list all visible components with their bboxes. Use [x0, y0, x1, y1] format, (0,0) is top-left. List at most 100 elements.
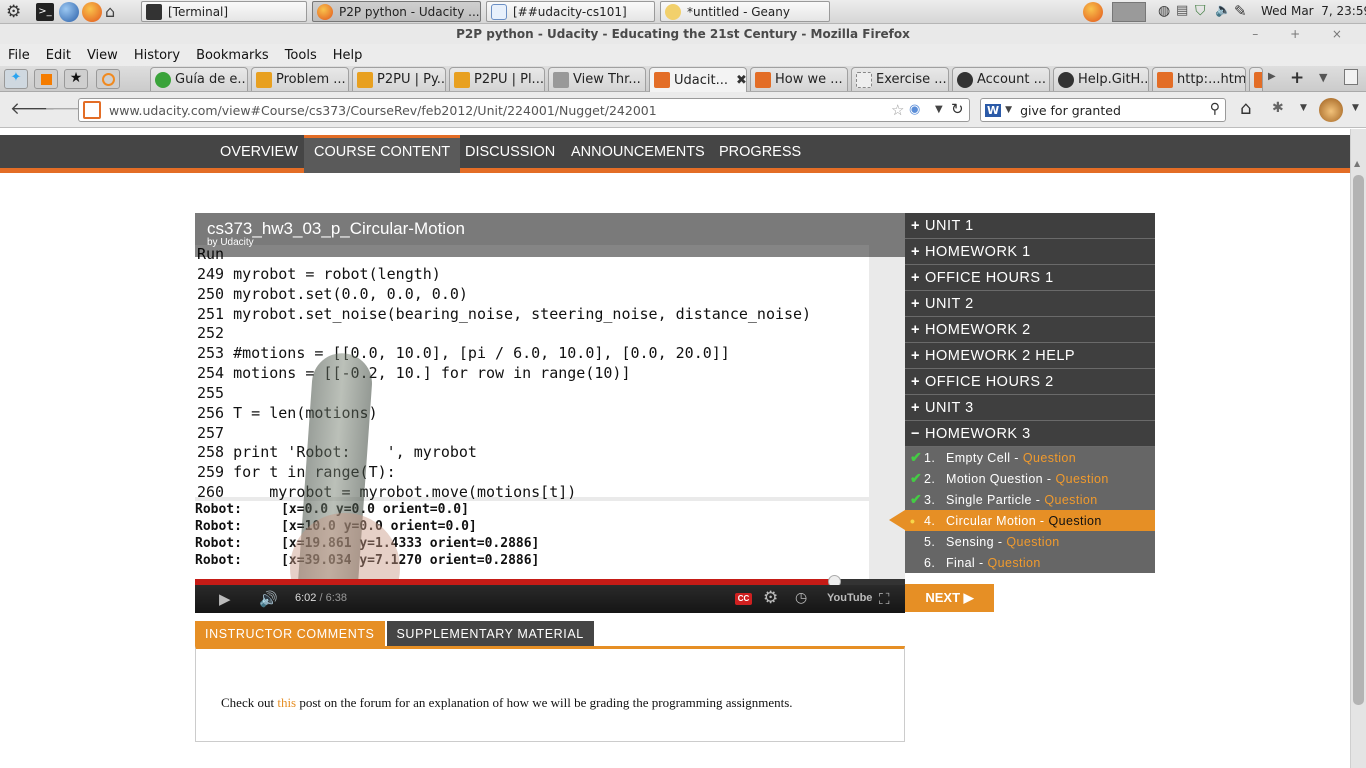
- menu-view[interactable]: View: [87, 48, 118, 63]
- unit-1[interactable]: + UNIT 1: [905, 213, 1155, 239]
- star-app-tab-icon[interactable]: ★: [64, 69, 88, 89]
- search-input[interactable]: give for granted: [1020, 103, 1121, 118]
- menu-tools[interactable]: Tools: [285, 48, 317, 63]
- tab-exercise[interactable]: Exercise ...: [851, 67, 949, 91]
- unit-3[interactable]: + UNIT 3: [905, 395, 1155, 421]
- office-hours-2[interactable]: + OFFICE HOURS 2: [905, 369, 1155, 395]
- homework-2[interactable]: + HOMEWORK 2: [905, 317, 1155, 343]
- addon-dropdown-icon[interactable]: ▼: [1300, 103, 1307, 113]
- list-tabs-icon[interactable]: ▼: [1319, 71, 1327, 84]
- homework-2-help[interactable]: + HOMEWORK 2 HELP: [905, 343, 1155, 369]
- tab-http[interactable]: http:...html: [1152, 67, 1246, 91]
- lesson-item[interactable]: 5. Sensing - Question: [905, 531, 1155, 552]
- reload-icon[interactable]: ↻: [951, 100, 964, 118]
- shield-tray-icon[interactable]: ⛉: [1195, 3, 1206, 19]
- clock-app-tab-icon[interactable]: [96, 69, 120, 89]
- nav-progress[interactable]: PROGRESS: [709, 135, 811, 173]
- homework-3[interactable]: − HOMEWORK 3: [905, 421, 1155, 447]
- bookmark-star-icon[interactable]: ☆: [891, 101, 904, 119]
- chat-tray-icon[interactable]: ◍: [1158, 3, 1170, 19]
- nav-course-content[interactable]: COURSE CONTENT: [304, 135, 461, 173]
- lesson-item-current[interactable]: • 4. Circular Motion - Question: [889, 510, 1155, 531]
- system-gear-icon[interactable]: ⚙: [6, 2, 21, 22]
- scrollbar-thumb[interactable]: [1353, 175, 1364, 705]
- window-controls[interactable]: – + ×: [1252, 24, 1356, 44]
- search-engine-icon[interactable]: W: [985, 103, 1002, 117]
- tab-p2pu-py[interactable]: P2PU | Py...: [352, 67, 446, 91]
- menu-edit[interactable]: Edit: [46, 48, 71, 63]
- history-dropdown-icon[interactable]: ▼: [935, 104, 943, 115]
- menu-history[interactable]: History: [134, 48, 180, 63]
- tab-how-we[interactable]: How we ...: [750, 67, 848, 91]
- globe-launcher-icon[interactable]: [59, 2, 79, 22]
- scroll-tabs-right-icon[interactable]: ▶: [1268, 71, 1276, 82]
- tab-p2pu-pl[interactable]: P2PU | Pl...: [449, 67, 545, 91]
- nav-discussion[interactable]: DISCUSSION: [455, 135, 565, 173]
- firefox-tray-icon[interactable]: [1083, 2, 1103, 22]
- terminal-launcher-icon[interactable]: >_: [36, 3, 54, 21]
- settings-gear-icon[interactable]: ⚙: [763, 588, 778, 608]
- youtube-logo-icon[interactable]: YouTube: [827, 592, 872, 604]
- next-button[interactable]: NEXT ▶: [905, 584, 994, 612]
- search-engine-dropdown-icon[interactable]: ▼: [1005, 105, 1012, 115]
- tab-account[interactable]: Account ...: [952, 67, 1050, 91]
- home-icon[interactable]: ⌂: [1240, 98, 1251, 119]
- video-player[interactable]: Run 249 myrobot = robot(length) 250 myro…: [195, 213, 905, 613]
- tool-tray-icon[interactable]: ✎: [1234, 2, 1247, 20]
- menu-file[interactable]: File: [8, 48, 30, 63]
- greasemonkey-icon[interactable]: [1319, 98, 1343, 122]
- addon-icon[interactable]: ✱: [1272, 100, 1284, 116]
- url-text[interactable]: www.udacity.com/view#Course/cs373/Course…: [109, 103, 657, 118]
- tab-overflow[interactable]: [1249, 67, 1263, 91]
- home-launcher-icon[interactable]: ⌂: [105, 2, 115, 21]
- twitter-app-tab-icon[interactable]: ✦: [4, 69, 28, 89]
- menu-bookmarks[interactable]: Bookmarks: [196, 48, 269, 63]
- clock[interactable]: Wed Mar 7, 23:59: [1261, 4, 1366, 18]
- workspace-switcher[interactable]: [1112, 2, 1146, 22]
- taskbar-terminal[interactable]: [Terminal]: [141, 1, 307, 22]
- nav-announcements[interactable]: ANNOUNCEMENTS: [561, 135, 715, 173]
- video-title[interactable]: cs373_hw3_03_p_Circular-Motion: [207, 219, 465, 239]
- volume-icon[interactable]: 🔊: [259, 590, 278, 608]
- fullscreen-icon[interactable]: ⛶: [879, 590, 890, 608]
- taskbar-geany[interactable]: *untitled - Geany: [660, 1, 830, 22]
- watch-later-icon[interactable]: ◷: [795, 590, 807, 606]
- url-bar[interactable]: www.udacity.com/view#Course/cs373/Course…: [78, 98, 970, 122]
- volume-tray-icon[interactable]: 🔈: [1215, 3, 1231, 18]
- tab-view-thread[interactable]: View Thr...: [548, 67, 646, 91]
- tab-supplementary-material[interactable]: SUPPLEMENTARY MATERIAL: [386, 621, 594, 647]
- office-hours-1[interactable]: + OFFICE HOURS 1: [905, 265, 1155, 291]
- unit-2[interactable]: + UNIT 2: [905, 291, 1155, 317]
- close-tab-icon[interactable]: ✖: [736, 73, 746, 88]
- lesson-item[interactable]: ✔ 1. Empty Cell - Question: [905, 447, 1155, 468]
- greasemonkey-dropdown-icon[interactable]: ▼: [1352, 103, 1359, 113]
- firefox-launcher-icon[interactable]: [82, 2, 102, 22]
- play-icon[interactable]: ▶: [219, 590, 231, 608]
- new-tab-icon[interactable]: +: [1290, 68, 1304, 88]
- video-byline[interactable]: by Udacity: [207, 237, 254, 248]
- page-scrollbar[interactable]: ▲: [1350, 129, 1366, 768]
- taskbar-irc[interactable]: [##udacity-cs101]: [486, 1, 655, 22]
- tab-help-github[interactable]: Help.GitH...: [1053, 67, 1149, 91]
- captions-icon[interactable]: CC: [735, 593, 752, 605]
- search-bar[interactable]: W ▼ give for granted ⚲: [980, 98, 1226, 122]
- scroll-up-icon[interactable]: ▲: [1354, 159, 1360, 168]
- rss-app-tab-icon[interactable]: [34, 69, 58, 89]
- tab-instructor-comments[interactable]: INSTRUCTOR COMMENTS: [195, 621, 385, 647]
- notes-tray-icon[interactable]: ▤: [1176, 3, 1188, 18]
- reddit-icon[interactable]: ◉: [909, 102, 920, 117]
- lesson-item[interactable]: ✔ 2. Motion Question - Question: [905, 468, 1155, 489]
- lesson-item[interactable]: 6. Final - Question: [905, 552, 1155, 573]
- menu-help[interactable]: Help: [333, 48, 363, 63]
- tab-guia[interactable]: Guía de e...: [150, 67, 248, 91]
- nav-overview[interactable]: OVERVIEW: [210, 135, 308, 173]
- restore-icon[interactable]: [1344, 69, 1358, 85]
- tab-problem[interactable]: Problem ...: [251, 67, 349, 91]
- search-icon[interactable]: ⚲: [1210, 101, 1220, 117]
- taskbar-firefox[interactable]: P2P python - Udacity ...: [312, 1, 481, 22]
- site-identity-icon[interactable]: [83, 101, 101, 119]
- forum-link[interactable]: this: [277, 695, 296, 710]
- tab-udacity[interactable]: Udacit... ✖: [649, 67, 747, 92]
- lesson-item[interactable]: ✔ 3. Single Particle - Question: [905, 489, 1155, 510]
- homework-1[interactable]: + HOMEWORK 1: [905, 239, 1155, 265]
